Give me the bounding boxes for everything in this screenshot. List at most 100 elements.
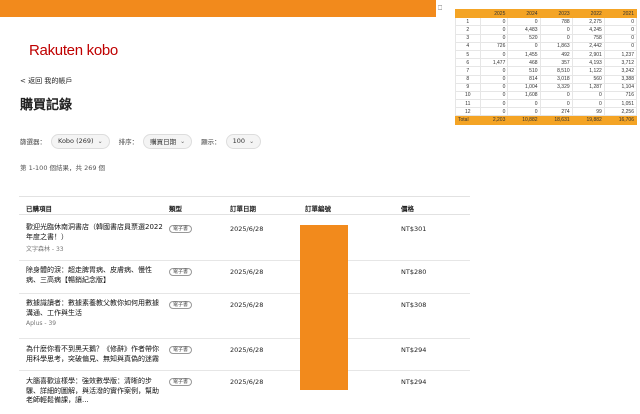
pivot-cell: 1,455 (507, 49, 541, 60)
pivot-cell: 4,483 (507, 25, 541, 35)
col-header-order-no: 訂單編號 (305, 205, 331, 213)
pivot-cell: 3,712 (603, 58, 638, 68)
sort-label: 排序： (118, 138, 139, 146)
book-title-line: 用科學思考，突破偏見、無知與真偽的迷霧 (26, 354, 159, 363)
kobo-logo[interactable]: Rakuten kobo (29, 42, 118, 59)
order-number-redaction (300, 225, 348, 390)
book-title-line: 大腦喜歡這樣學：強效數學版：清晰的步 (26, 377, 152, 385)
pivot-cell: 0 (479, 82, 509, 92)
pivot-row-label: 2 (455, 25, 481, 35)
book-series: 文字森林 - 33 (26, 246, 64, 253)
pivot-cell: 2,901 (571, 49, 605, 60)
pivot-row: 3 0 520 0 758 0 (455, 33, 638, 43)
book-title-link[interactable]: 歡迎光臨休南洞書店（韓國書店員票選2022 年度之書！） (26, 223, 171, 242)
show-value: 100 (232, 137, 246, 145)
pivot-cell: 0 (479, 99, 509, 109)
pivot-cell: 0 (603, 25, 638, 35)
pivot-row-label: 7 (455, 66, 481, 76)
pivot-cell: 0 (571, 90, 605, 101)
col-header-type: 類型 (169, 205, 182, 213)
price: NT$301 (401, 225, 427, 233)
filter-dropdown[interactable]: Kobo (269) ⌄ (51, 133, 110, 149)
col-header-price: 價格 (401, 205, 414, 213)
sort-value: 購買日期 (150, 138, 177, 146)
pivot-cell: 1,608 (507, 90, 541, 101)
pivot-cell: 0 (479, 107, 509, 117)
price: NT$294 (401, 378, 427, 386)
pivot-cell: 1,287 (571, 82, 605, 92)
pivot-cell: 0 (539, 25, 573, 35)
type-badge: 電子書 (169, 225, 193, 233)
book-title-line: 為什麼你看不到黑天鵝？《修辭》作者帶你 (26, 345, 159, 353)
pivot-row: 1 0 0 788 2,275 0 (455, 17, 638, 27)
sort-dropdown[interactable]: 購買日期 ⌄ (143, 133, 193, 149)
order-date: 2025/6/28 (230, 225, 264, 233)
pivot-cell: 2,275 (571, 17, 605, 27)
pivot-total-cell: 18,631 (539, 115, 573, 125)
purchase-table: 已購項目 類型 訂單日期 訂單編號 價格 歡迎光臨休南洞書店（韓國書店員票選20… (19, 196, 470, 411)
pivot-row-label: 8 (455, 74, 481, 84)
pivot-cell: 8,510 (539, 66, 573, 76)
type-badge: 電子書 (169, 301, 193, 309)
result-count: 第 1-100 個結果，共 269 個 (20, 164, 106, 172)
book-title-line: 除身體的淚：超走脾胃病、皮膚病、慢性 (26, 266, 152, 274)
order-date: 2025/6/28 (230, 378, 264, 386)
pivot-col-header: 2024 (507, 8, 541, 19)
type-badge: 電子書 (169, 268, 193, 276)
pivot-row-label: 11 (455, 99, 481, 109)
pivot-cell: 4,245 (571, 25, 605, 35)
pivot-cell: 0 (479, 33, 509, 43)
pivot-cell: 3,242 (603, 66, 638, 76)
chevron-down-icon: ⌄ (249, 137, 255, 145)
pivot-row-label: 1 (455, 17, 481, 27)
pivot-row: 6 1,477 468 357 4,193 3,712 (455, 58, 638, 68)
book-title-link[interactable]: 大腦喜歡這樣學：強效數學版：清晰的步 驟、詳細的圖解，與活潑的實作案例，幫助 老… (26, 377, 171, 406)
pivot-col-header: 2022 (571, 8, 605, 19)
pivot-cell: 1,237 (603, 49, 638, 60)
price: NT$280 (401, 268, 427, 276)
book-title-link[interactable]: 為什麼你看不到黑天鵝？《修辭》作者帶你 用科學思考，突破偏見、無知與真偽的迷霧 (26, 345, 171, 364)
pivot-cell: 0 (479, 49, 509, 60)
book-title-line: 歡迎光臨休南洞書店（韓國書店員票選2022 (26, 223, 163, 231)
book-title-line: 數據識讀者：數據素養教父教你如何用數據 (26, 299, 159, 307)
pivot-cell: 716 (603, 90, 638, 101)
show-count-dropdown[interactable]: 100 ⌄ (225, 133, 262, 149)
pivot-cell: 1,104 (603, 82, 638, 92)
book-title-link[interactable]: 數據識讀者：數據素養教父教你如何用數據 溝通、工作與生活 (26, 299, 171, 318)
pivot-cell: 3,018 (539, 74, 573, 84)
pivot-row: 10 0 1,608 0 0 716 (455, 90, 638, 101)
book-title-link[interactable]: 除身體的淚：超走脾胃病、皮膚病、慢性 病、三高病【暢銷紀念版】 (26, 266, 171, 285)
pivot-cell: 2,256 (603, 107, 638, 117)
pivot-corner-cell (455, 8, 481, 19)
pivot-cell: 357 (539, 58, 573, 68)
price: NT$294 (401, 346, 427, 354)
table-row: 歡迎光臨休南洞書店（韓國書店員票選2022 年度之書！） 文字森林 - 33 電… (19, 215, 470, 261)
pivot-total-cell: 10,882 (507, 115, 541, 125)
pivot-cell: 0 (603, 33, 638, 43)
pivot-cell: 4,193 (571, 58, 605, 68)
pivot-cell: 560 (571, 74, 605, 84)
pivot-row: 2 0 4,483 0 4,245 0 (455, 25, 638, 35)
pivot-cell: 3,388 (603, 74, 638, 84)
chevron-down-icon: ⌄ (97, 137, 103, 145)
pivot-cell: 1,863 (539, 41, 573, 51)
pivot-col-header: 2025 (479, 8, 509, 19)
pivot-cell: 0 (507, 41, 541, 51)
filter-bar: 篩選器： Kobo (269) ⌄ 排序： 購買日期 ⌄ 顯示： 100 ⌄ (20, 133, 270, 149)
filter-value: Kobo (269) (58, 137, 94, 145)
book-title-line: 溝通、工作與生活 (26, 308, 82, 317)
pivot-cell: 726 (479, 41, 509, 51)
pivot-row-label: 3 (455, 33, 481, 43)
pivot-header-row: 2025 2024 2023 2022 2021 (455, 8, 638, 19)
pivot-cell: 0 (539, 99, 573, 109)
pivot-cell: 3,329 (539, 82, 573, 92)
book-title-line: 驟、詳細的圖解，與活潑的實作案例，幫助 (26, 386, 159, 395)
pivot-row: 12 0 0 274 99 2,256 (455, 107, 638, 117)
pivot-cell: 0 (507, 99, 541, 109)
pivot-row-label: 5 (455, 49, 481, 60)
back-to-account-link[interactable]: < 返回 我的帳戶 (20, 76, 72, 86)
pivot-cell: 468 (507, 58, 541, 68)
type-badge: 電子書 (169, 346, 193, 354)
pivot-cell: 0 (479, 25, 509, 35)
pivot-cell: 0 (479, 17, 509, 27)
